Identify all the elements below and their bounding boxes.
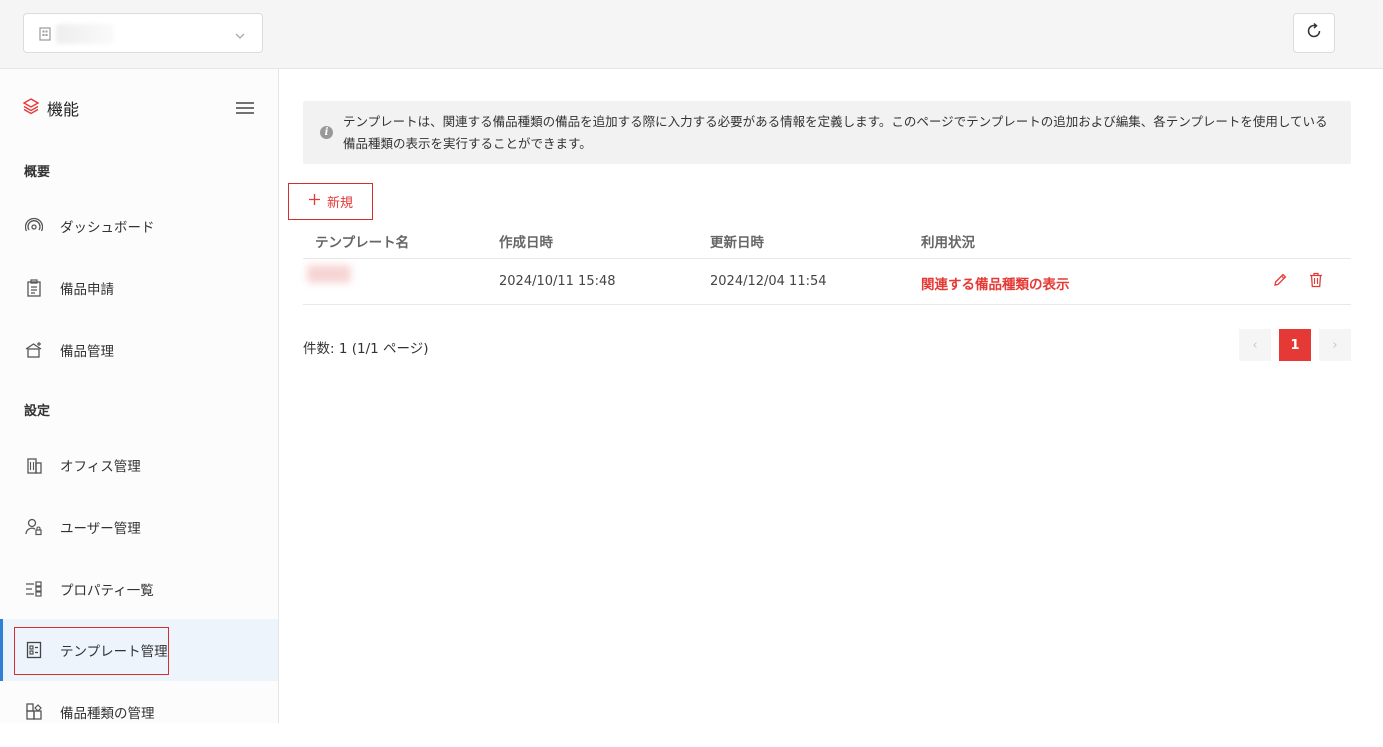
refresh-button[interactable] [1293, 13, 1335, 53]
table-header: テンプレート名 作成日時 更新日時 利用状況 [303, 221, 1351, 259]
created-date: 2024/10/11 15:48 [499, 274, 616, 289]
equipment-icon [24, 340, 44, 360]
section-title-settings: 設定 [24, 404, 51, 419]
category-icon [24, 702, 44, 722]
clipboard-icon [24, 278, 44, 298]
menu-icon[interactable] [235, 100, 255, 119]
column-header-updated[interactable]: 更新日時 [710, 231, 764, 251]
property-list-icon [24, 579, 44, 599]
sidebar-item-label: プロパティ一覧 [60, 583, 154, 599]
sidebar-item-properties[interactable]: プロパティ一覧 [0, 558, 278, 620]
sidebar: 機能 概要 ダッシュボード 備品申請 備品管理 設定 オフィス管理 ユーザー管理 [0, 69, 279, 723]
pagination-prev[interactable]: ‹ [1239, 329, 1271, 361]
chevron-down-icon [234, 27, 246, 46]
new-template-button[interactable]: 新規 [288, 183, 373, 220]
sidebar-item-label: 備品管理 [60, 344, 114, 360]
section-title-overview: 概要 [24, 165, 51, 180]
template-table: テンプレート名 作成日時 更新日時 利用状況 2024/10/11 15:48 … [303, 221, 1351, 305]
sidebar-item-label: ユーザー管理 [60, 521, 141, 537]
sidebar-item-label: オフィス管理 [60, 459, 141, 475]
column-header-usage: 利用状況 [921, 235, 975, 251]
highlight-box [14, 627, 169, 675]
sidebar-item-label: 備品種類の管理 [60, 706, 155, 722]
column-header-created[interactable]: 作成日時 [499, 231, 553, 251]
main-content: i テンプレートは、関連する備品種類の備品を追加する際に入力する必要がある情報を… [279, 69, 1383, 747]
column-header-name[interactable]: テンプレート名 [315, 231, 409, 251]
new-button-label: 新規 [326, 196, 353, 211]
trash-icon[interactable] [1309, 272, 1323, 292]
sidebar-item-users[interactable]: ユーザー管理 [0, 496, 278, 558]
sidebar-title: 機能 [47, 100, 80, 119]
sidebar-item-dashboard[interactable]: ダッシュボード [0, 195, 278, 257]
pagination-next[interactable]: › [1319, 329, 1351, 361]
office-select[interactable] [23, 13, 263, 53]
building-icon [39, 26, 51, 45]
sidebar-item-equipment[interactable]: 備品管理 [0, 319, 278, 381]
sidebar-item-request[interactable]: 備品申請 [0, 257, 278, 319]
dashboard-icon [24, 216, 44, 236]
info-banner: i テンプレートは、関連する備品種類の備品を追加する際に入力する必要がある情報を… [303, 101, 1351, 164]
edit-icon[interactable] [1272, 272, 1288, 292]
sidebar-header: 機能 [22, 96, 79, 120]
refresh-icon [1305, 22, 1323, 44]
office-icon [24, 455, 44, 475]
sidebar-item-categories[interactable]: 備品種類の管理 [0, 681, 278, 723]
office-name-redacted [56, 24, 114, 44]
sidebar-item-label: 備品申請 [60, 282, 114, 298]
pagination-page[interactable]: 1 [1279, 329, 1311, 361]
template-name-redacted[interactable] [307, 265, 351, 283]
sidebar-item-label: ダッシュボード [60, 220, 155, 236]
layers-icon [22, 97, 40, 119]
plus-icon [308, 193, 321, 210]
view-related-categories-link[interactable]: 関連する備品種類の表示 [921, 273, 1070, 293]
table-row[interactable]: 2024/10/11 15:48 2024/12/04 11:54 関連する備品… [303, 259, 1351, 305]
updated-date: 2024/12/04 11:54 [710, 274, 827, 289]
info-text: テンプレートは、関連する備品種類の備品を追加する際に入力する必要がある情報を定義… [343, 114, 1328, 151]
top-bar [0, 0, 1383, 69]
record-count: 件数: 1 (1/1 ページ) [303, 341, 429, 357]
sidebar-item-office[interactable]: オフィス管理 [0, 434, 278, 496]
info-icon: i [320, 126, 333, 139]
user-lock-icon [24, 517, 44, 537]
